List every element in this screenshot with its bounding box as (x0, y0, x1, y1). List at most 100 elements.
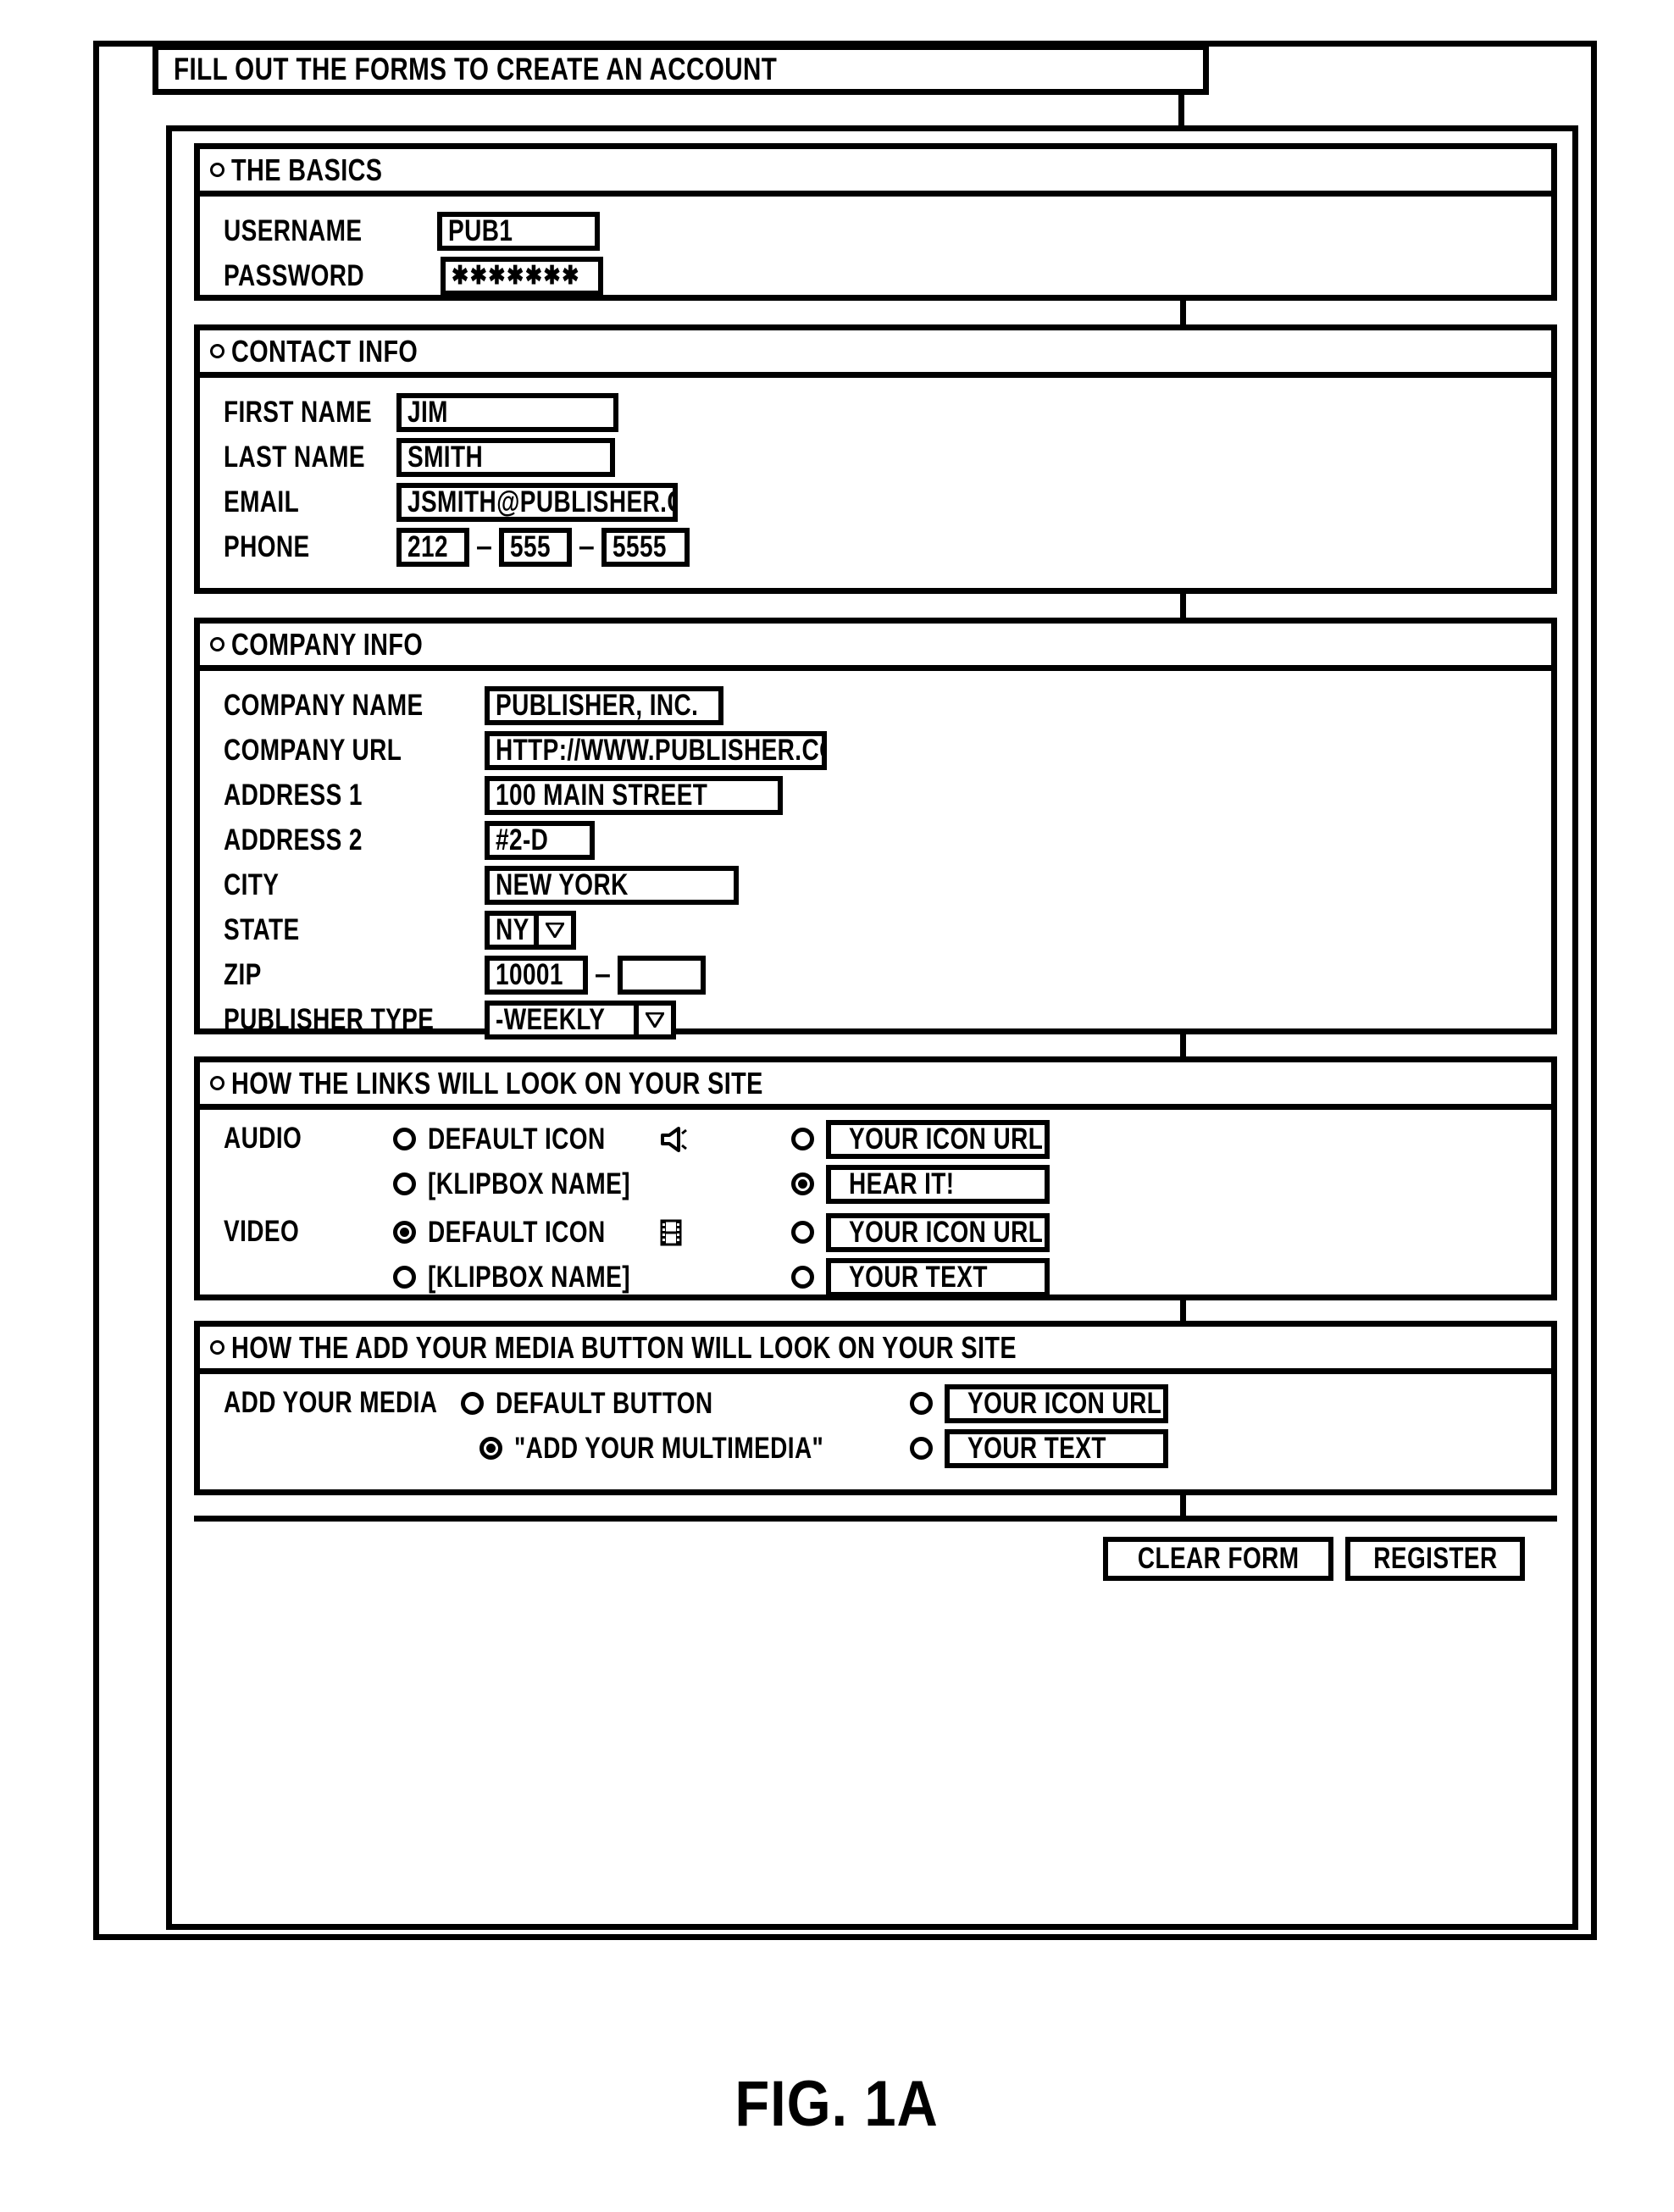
radio-audio-custom-text[interactable] (791, 1173, 814, 1195)
clear-form-label: CLEAR FORM (1137, 1542, 1300, 1575)
field-row-last-name: LAST NAME SMITH (200, 435, 1551, 480)
phone-separator-1: – (476, 530, 492, 563)
zip-input[interactable]: 10001 (485, 955, 588, 995)
section-title: THE BASICS (231, 152, 383, 187)
state-dropdown-button[interactable] (539, 910, 576, 950)
username-input[interactable]: PUB1 (437, 211, 601, 251)
audio-custom-icon-url-option[interactable]: YOUR ICON URL (791, 1117, 1147, 1161)
collapse-toggle-icon[interactable] (210, 1076, 224, 1090)
audio-default-icon-option[interactable]: DEFAULT ICON (393, 1117, 791, 1161)
add-your-multimedia-option[interactable]: "ADD YOUR MULTIMEDIA" (461, 1426, 910, 1471)
publisher-type-select[interactable]: -WEEKLY (485, 1000, 639, 1039)
password-value: ✱✱✱✱✱✱✱ (451, 262, 580, 290)
field-row-password: PASSWORD ✱✱✱✱✱✱✱ (200, 253, 1551, 298)
phone-label: PHONE (224, 529, 310, 563)
field-row-state: STATE NY (200, 907, 1551, 952)
radio-media-button-text[interactable] (910, 1437, 933, 1460)
section-header-the-basics[interactable]: THE BASICS (200, 149, 1551, 197)
radio-add-your-multimedia[interactable] (479, 1437, 502, 1460)
address-2-input[interactable]: #2-D (485, 820, 595, 860)
radio-video-klipbox-name[interactable] (393, 1266, 416, 1289)
collapse-toggle-icon[interactable] (210, 637, 224, 651)
address-1-input[interactable]: 100 MAIN STREET (485, 775, 783, 815)
section-header-link-appearance[interactable]: HOW THE LINKS WILL LOOK ON YOUR SITE (200, 1062, 1551, 1110)
chevron-down-icon (646, 1012, 664, 1028)
video-custom-text-option[interactable]: YOUR TEXT (791, 1255, 1147, 1300)
section-header-company-info[interactable]: COMPANY INFO (200, 624, 1551, 671)
video-klipbox-name-option[interactable]: [KLIPBOX NAME] (393, 1255, 791, 1300)
add-your-media-label: ADD YOUR MEDIA (224, 1386, 438, 1419)
phone-prefix-input[interactable]: 555 (498, 527, 572, 567)
patent-figure: FILL OUT THE FORMS TO CREATE AN ACCOUNT … (0, 0, 1674, 2212)
phone-prefix-value: 555 (509, 529, 551, 563)
audio-klipbox-name-option[interactable]: [KLIPBOX NAME] (393, 1161, 791, 1206)
section-header-media-button[interactable]: HOW THE ADD YOUR MEDIA BUTTON WILL LOOK … (200, 1327, 1551, 1374)
field-row-phone: PHONE 212 – 555 – 5555 (200, 524, 1551, 569)
field-row-username: USERNAME PUB1 (200, 208, 1551, 253)
company-url-value: HTTP://WWW.PUBLISHER.COM (496, 733, 827, 767)
zip-value: 10001 (496, 957, 563, 991)
media-button-text-value: YOUR TEXT (967, 1431, 1106, 1465)
media-button-left-options: DEFAULT BUTTON "ADD YOUR MULTIMEDIA" (461, 1381, 910, 1471)
radio-video-custom-text[interactable] (791, 1266, 814, 1289)
collapse-toggle-icon[interactable] (210, 344, 224, 358)
register-button[interactable]: REGISTER (1345, 1537, 1525, 1581)
email-input[interactable]: JSMITH@PUBLISHER.COM (396, 482, 678, 522)
first-name-input[interactable]: JIM (396, 392, 618, 432)
clear-form-button[interactable]: CLEAR FORM (1103, 1537, 1333, 1581)
audio-custom-text-value: HEAR IT! (849, 1167, 955, 1200)
section-body-link-appearance: AUDIO DEFAULT ICON [KLIPBOX NAME] YOUR I… (200, 1110, 1551, 1308)
section-header-contact-info[interactable]: CONTACT INFO (200, 330, 1551, 378)
audio-icon-url-input[interactable]: YOUR ICON URL (826, 1119, 1050, 1159)
collapse-toggle-icon[interactable] (210, 1340, 224, 1355)
collapse-toggle-icon[interactable] (210, 163, 224, 177)
radio-audio-icon-url[interactable] (791, 1128, 814, 1150)
video-custom-text-value: YOUR TEXT (849, 1260, 988, 1294)
register-label: REGISTER (1372, 1542, 1498, 1575)
radio-video-icon-url[interactable] (791, 1221, 814, 1244)
audio-custom-text-input[interactable]: HEAR IT! (826, 1164, 1050, 1204)
phone-line-input[interactable]: 5555 (601, 527, 690, 567)
media-button-icon-url-input[interactable]: YOUR ICON URL (945, 1383, 1168, 1423)
figure-caption: FIG. 1A (0, 2067, 1674, 2141)
media-button-text-input[interactable]: YOUR TEXT (945, 1428, 1168, 1468)
media-button-row: ADD YOUR MEDIA DEFAULT BUTTON "ADD YOUR … (200, 1381, 1551, 1471)
video-custom-icon-url-option[interactable]: YOUR ICON URL (791, 1210, 1147, 1255)
video-default-icon-option[interactable]: DEFAULT ICON (393, 1210, 791, 1255)
password-input[interactable]: ✱✱✱✱✱✱✱ (440, 256, 603, 296)
publisher-type-dropdown-button[interactable] (639, 1000, 676, 1039)
media-button-text-option[interactable]: YOUR TEXT (910, 1426, 1266, 1471)
section-contact-info: CONTACT INFO FIRST NAME JIM LAST NAME SM… (194, 324, 1557, 594)
section-connector-3 (1180, 1034, 1186, 1058)
field-row-company-url: COMPANY URL HTTP://WWW.PUBLISHER.COM (200, 728, 1551, 773)
company-url-input[interactable]: HTTP://WWW.PUBLISHER.COM (485, 730, 827, 770)
state-value: NY (496, 912, 529, 946)
company-name-input[interactable]: PUBLISHER, INC. (485, 685, 723, 725)
add-your-multimedia-label: "ADD YOUR MULTIMEDIA" (514, 1431, 824, 1465)
title-connector (1178, 93, 1184, 130)
radio-audio-default-icon[interactable] (393, 1128, 416, 1150)
radio-default-button[interactable] (461, 1392, 484, 1415)
zip-plus4-input[interactable] (617, 955, 706, 995)
video-label: VIDEO (224, 1215, 300, 1248)
video-icon-url-input[interactable]: YOUR ICON URL (826, 1212, 1050, 1252)
audio-custom-text-option[interactable]: HEAR IT! (791, 1161, 1147, 1206)
field-row-first-name: FIRST NAME JIM (200, 390, 1551, 435)
field-row-email: EMAIL JSMITH@PUBLISHER.COM (200, 480, 1551, 524)
section-connector-4 (1180, 1300, 1186, 1322)
phone-area-code-input[interactable]: 212 (396, 527, 469, 567)
city-input[interactable]: NEW YORK (485, 865, 739, 905)
last-name-input[interactable]: SMITH (396, 437, 615, 477)
filmstrip-icon (660, 1219, 682, 1246)
phone-line-value: 5555 (612, 529, 667, 563)
radio-media-button-icon-url[interactable] (910, 1392, 933, 1415)
state-select[interactable]: NY (485, 910, 539, 950)
radio-audio-klipbox-name[interactable] (393, 1173, 416, 1195)
field-row-city: CITY NEW YORK (200, 862, 1551, 907)
media-button-icon-url-option[interactable]: YOUR ICON URL (910, 1381, 1266, 1426)
video-custom-text-input[interactable]: YOUR TEXT (826, 1257, 1050, 1297)
default-button-option[interactable]: DEFAULT BUTTON (461, 1381, 910, 1426)
section-title: CONTACT INFO (231, 333, 418, 369)
section-link-appearance: HOW THE LINKS WILL LOOK ON YOUR SITE AUD… (194, 1056, 1557, 1300)
radio-video-default-icon[interactable] (393, 1221, 416, 1244)
